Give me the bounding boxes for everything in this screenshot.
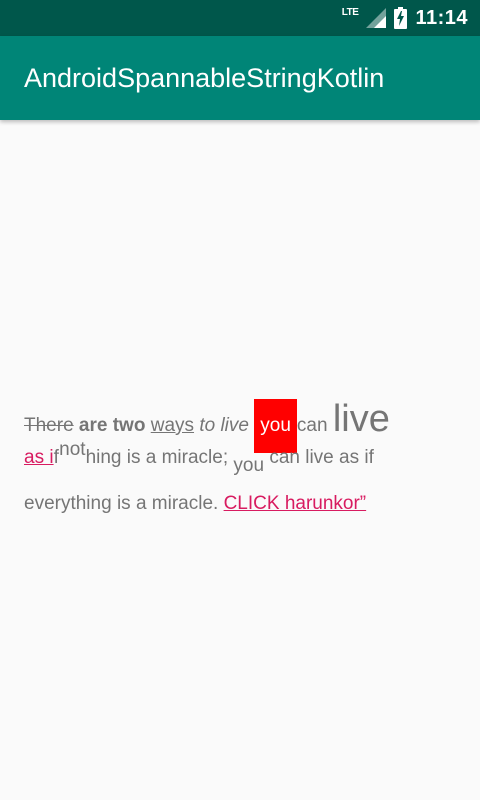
relative-size-span: live [332, 398, 390, 440]
clock: 11:14 [415, 6, 468, 29]
battery-charging-icon [394, 7, 408, 29]
text-line-2: as if nothing is a miracle; you can live… [24, 439, 454, 478]
spannable-text-view: There are two ways to live you can live a… [24, 398, 454, 522]
app-bar: AndroidSpannableStringKotlin [0, 36, 480, 120]
clickable-span-as-i[interactable]: as i [24, 447, 54, 468]
subscript-span: you [233, 455, 265, 476]
plain-span-can: can [296, 415, 328, 436]
status-icons: LTE 11:14 [342, 0, 468, 36]
italic-span-live: live [220, 415, 249, 436]
bold-span: are two [78, 415, 146, 436]
plain-span-everything: everything is a miracle. [24, 493, 219, 514]
superscript-span: not [59, 439, 86, 460]
strikethrough-span: There [24, 415, 74, 436]
network-type-label: LTE [341, 6, 359, 18]
plain-span-rest: can live as if [269, 447, 374, 468]
underline-span: ways [150, 415, 195, 436]
italic-span-to: to [199, 415, 216, 436]
plain-span-hing: hing is a miracle; [85, 447, 229, 468]
text-line-3: everything is a miracle. CLICK harunkor” [24, 488, 454, 520]
status-bar: LTE 11:14 [0, 0, 480, 36]
signal-strength-icon [366, 8, 387, 28]
click-link[interactable]: CLICK harunkor” [224, 493, 367, 514]
app-title: AndroidSpannableStringKotlin [24, 63, 385, 93]
